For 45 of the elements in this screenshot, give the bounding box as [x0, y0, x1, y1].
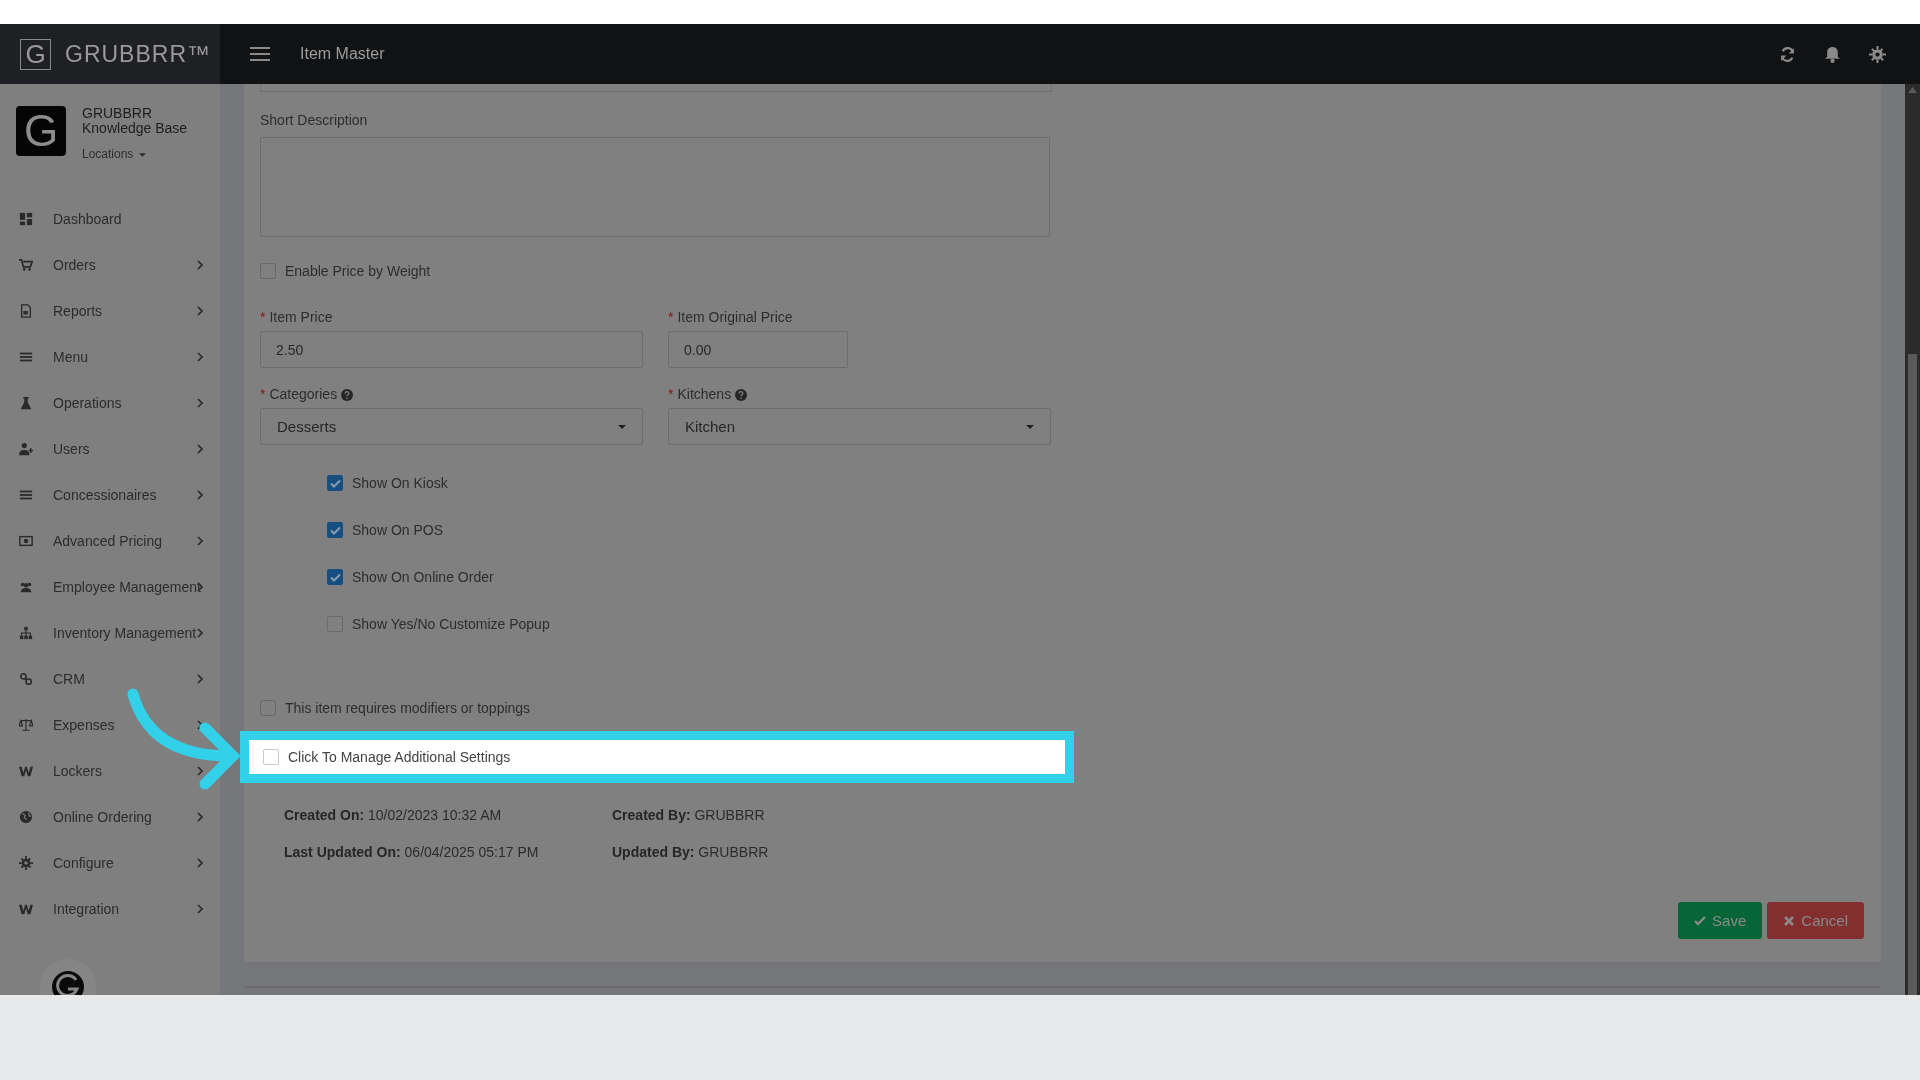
locations-dropdown[interactable]: Locations — [82, 147, 188, 162]
sidebar-item[interactable]: Configure — [0, 840, 220, 886]
sidebar-item[interactable]: Advanced Pricing — [0, 518, 220, 564]
checkbox-label[interactable]: Show Yes/No Customize Popup — [327, 616, 1881, 632]
sidebar-item[interactable]: Orders — [0, 242, 220, 288]
checkbox-label[interactable]: Show On POS — [327, 522, 1881, 538]
checkbox-label[interactable]: This item requires modifiers or toppings — [260, 700, 1881, 716]
item-price-field[interactable]: 2.50 — [260, 331, 643, 368]
save-button[interactable]: Save — [1678, 902, 1763, 939]
field-label: * Item Original Price — [668, 309, 794, 325]
sidebar-item[interactable]: Lockers — [0, 748, 220, 794]
audit-info: Last Updated On: 06/04/2025 05:17 PM — [284, 844, 540, 860]
audit-info: Created On: 10/02/2023 10:32 AM — [284, 807, 503, 823]
sidebar-item[interactable]: CRM — [0, 656, 220, 702]
brand-name: GRUBBRR™ — [65, 40, 211, 68]
sidebar-item[interactable]: Dashboard — [0, 196, 220, 242]
additional-settings-checkbox-label[interactable]: Click To Manage Additional Settings — [263, 749, 511, 765]
sidebar-item[interactable]: Operations — [0, 380, 220, 426]
sidebar-item[interactable]: Users — [0, 426, 220, 472]
sidebar-item[interactable]: Integration — [0, 886, 220, 932]
field-label: Short Description — [260, 112, 369, 128]
field-label: * Kitchens — [668, 386, 1051, 402]
organization-subtitle: Knowledge Base — [82, 121, 188, 136]
checkbox-label[interactable]: Enable Price by Weight — [260, 263, 1881, 279]
audit-info: Updated By: GRUBBRR — [612, 844, 770, 860]
categories-dropdown[interactable]: Desserts — [260, 408, 643, 445]
audit-info: Created By: GRUBBRR — [612, 807, 766, 823]
cancel-button[interactable]: Cancel — [1767, 902, 1864, 939]
kitchens-dropdown[interactable]: Kitchen — [668, 408, 1051, 445]
field-label: * Item Price — [260, 309, 334, 325]
logo-icon: G — [16, 106, 66, 156]
original-price-field[interactable]: 0.00 — [668, 331, 848, 368]
checkbox-label[interactable]: Show On Kiosk — [327, 475, 1881, 491]
sidebar-item[interactable]: Reports — [0, 288, 220, 334]
sidebar-item[interactable]: Menu — [0, 334, 220, 380]
sidebar-item[interactable]: Concessionaires — [0, 472, 220, 518]
checkbox-label[interactable]: Show On Online Order — [327, 569, 1881, 585]
logo-icon: G — [20, 38, 51, 70]
sidebar-item[interactable]: Inventory Management — [0, 610, 220, 656]
page-title: Item Master — [300, 45, 385, 63]
sidebar-item[interactable]: Online Ordering — [0, 794, 220, 840]
sidebar-item[interactable]: Expenses — [0, 702, 220, 748]
sidebar-item[interactable]: Employee Management — [0, 564, 220, 610]
organization-name: GRUBBRR — [82, 106, 153, 121]
field-label: * Categories — [260, 386, 643, 402]
